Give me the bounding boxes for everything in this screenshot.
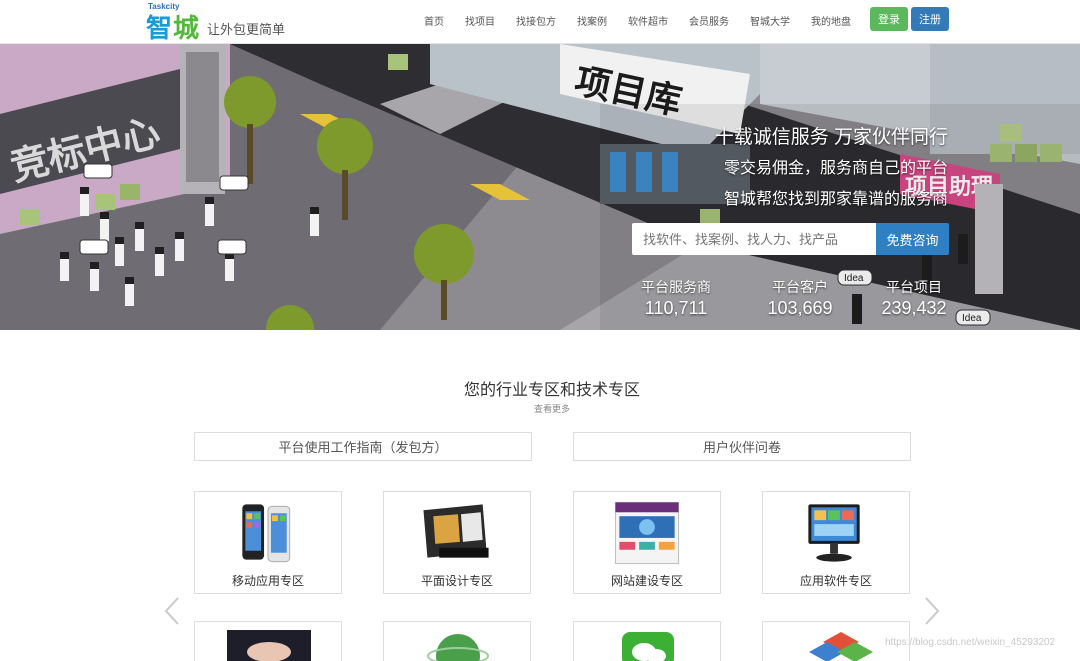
stat-customers: 平台客户 103,669 [760,277,840,319]
stat-value: 110,711 [644,298,708,318]
phone-icon [242,504,291,563]
hero-banner: 竞标中心 项目库 项目助理 Idea Idea 十载诚信服务 万家伙伴同行 零交… [0,44,1080,330]
card-mobile-apps[interactable]: 移动应用专区 [194,491,342,594]
hand-icon [227,630,311,661]
nav-my-space[interactable]: 我的地盘 [811,13,851,28]
nav-find-contractors[interactable]: 找接包方 [516,13,556,28]
nav-member-services[interactable]: 会员服务 [689,13,729,28]
stat-providers: 平台服务商 110,711 [636,277,716,319]
see-more-link[interactable]: 查看更多 [0,402,1080,415]
site-logo[interactable]: Taskcity 智城 让外包更简单 [146,2,296,43]
hero-search-input[interactable] [632,223,876,255]
guide-button-client[interactable]: 平台使用工作指南（发包方） [194,432,532,461]
stat-label: 平台项目 [886,279,942,295]
survey-button[interactable]: 用户伙伴问卷 [573,432,911,461]
logo-wordmark: 智城 [146,13,201,43]
stat-label: 平台服务商 [641,279,711,295]
card-label: 网站建设专区 [610,574,683,588]
stat-projects: 平台项目 239,432 [874,277,954,319]
hero-subline-2: 智城帮您找到那家靠谱的服务商 [723,191,948,208]
stat-value: 103,669 [767,298,833,318]
monitor-icon [808,504,860,562]
card-web-development[interactable]: 网站建设专区 [573,491,721,594]
section-title: 您的行业专区和技术专区 [463,382,640,399]
chevron-left-icon[interactable] [162,596,182,626]
card-label: 平面设计专区 [420,574,493,588]
nav-find-cases[interactable]: 找案例 [577,13,607,28]
card-partial-2[interactable] [383,621,531,661]
card-label: 移动应用专区 [231,574,304,588]
login-button[interactable]: 登录 [870,7,908,31]
chevron-right-icon[interactable] [922,596,942,626]
wechat-icon [622,632,674,661]
design-icon [423,504,489,558]
main-nav: 首页 找项目 找接包方 找案例 软件超市 会员服务 智城大学 我的地盘 [424,0,872,40]
stat-value: 239,432 [881,298,947,318]
nav-home[interactable]: 首页 [424,13,444,28]
card-graphic-design[interactable]: 平面设计专区 [383,491,531,594]
top-header: Taskcity 智城 让外包更简单 首页 找项目 找接包方 找案例 软件超市 … [0,0,1080,44]
card-partial-1[interactable] [194,621,342,661]
register-button[interactable]: 注册 [911,7,949,31]
nav-find-projects[interactable]: 找项目 [465,13,495,28]
free-consult-button[interactable]: 免费咨询 [876,223,949,255]
card-label: 应用软件专区 [799,574,872,588]
website-icon [614,501,680,565]
hero-subline-1: 零交易佣金，服务商自己的平台 [723,160,948,177]
stat-label: 平台客户 [772,279,828,295]
nav-university[interactable]: 智城大学 [750,13,790,28]
card-partial-3[interactable] [573,621,721,661]
globe-icon [427,634,489,661]
nav-software-market[interactable]: 软件超市 [628,13,668,28]
hero-headline: 十载诚信服务 万家伙伴同行 [714,127,948,148]
watermark-text: https://blog.csdn.net/weixin_45293202 [885,637,1056,648]
card-application-software[interactable]: 应用软件专区 [762,491,910,594]
logo-slogan: 让外包更简单 [207,22,286,37]
